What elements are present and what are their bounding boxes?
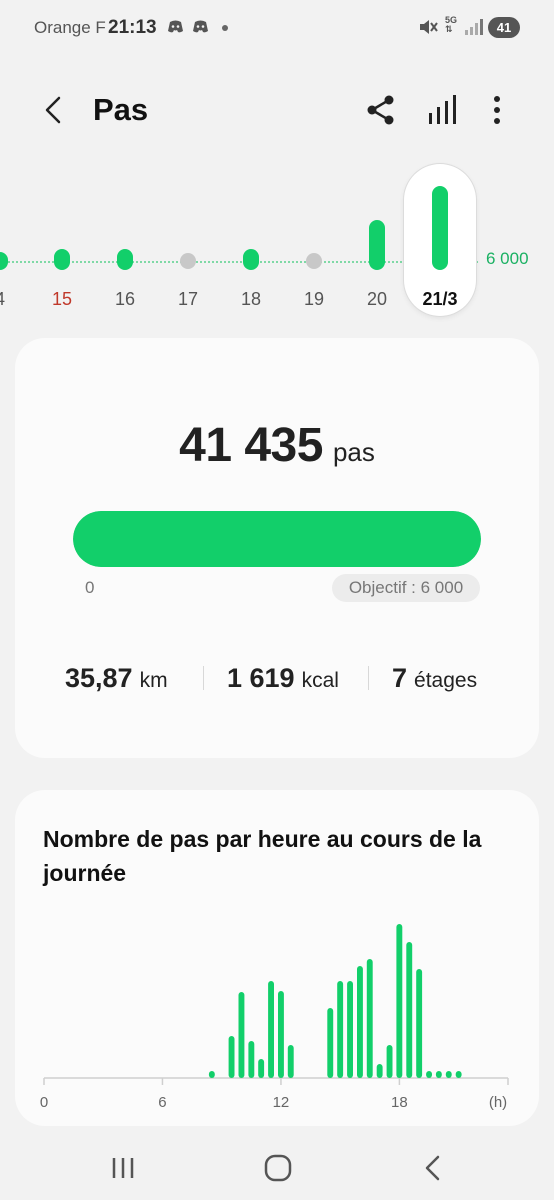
steps-progress-fill	[73, 511, 481, 567]
day-item[interactable]: 18	[223, 160, 279, 320]
hourly-bar	[347, 981, 353, 1078]
hourly-bar	[327, 1008, 334, 1078]
stat-divider	[203, 666, 204, 690]
home-icon[interactable]	[258, 1148, 298, 1188]
distance-value: 35,87	[65, 663, 133, 693]
steps-total: 41 435 pas	[15, 418, 539, 473]
steps-summary-card: 41 435 pas 0 Objectif : 6 000 35,87 km 1 6…	[15, 338, 539, 758]
network-type: 5G ⇅	[445, 15, 458, 34]
day-item[interactable]: 21/3	[404, 160, 476, 320]
calories-unit: kcal	[301, 669, 339, 692]
signal-icon	[465, 19, 483, 35]
calories-value: 1 619	[227, 663, 295, 693]
share-icon[interactable]	[363, 92, 399, 128]
steps-count: 41 435	[179, 419, 323, 472]
day-label: 16	[114, 289, 136, 309]
x-tick-label: 6	[158, 1094, 166, 1111]
hourly-bar	[208, 1071, 215, 1078]
hourly-bar	[445, 1071, 452, 1078]
distance-unit: km	[139, 669, 168, 692]
hourly-steps-chart[interactable]: 0 6 12 18 (h)	[15, 910, 539, 1126]
day-label: 21/3	[422, 289, 458, 309]
day-item[interactable]: 17	[160, 160, 216, 320]
more-options-icon[interactable]	[482, 92, 512, 128]
hourly-bar	[287, 1045, 294, 1078]
bar-chart-icon[interactable]	[424, 92, 462, 128]
hourly-bar	[228, 1036, 235, 1078]
daily-steps-strip[interactable]: 6 000 4 15 16 17 18 19 20 21/3	[0, 160, 554, 330]
nav-back-icon[interactable]	[413, 1148, 453, 1188]
day-steps-bar	[117, 249, 133, 270]
system-navigation-bar	[0, 1140, 554, 1200]
x-tick-label: 12	[273, 1094, 290, 1111]
discord-notification-icon-2	[193, 20, 208, 33]
hourly-bar	[435, 1071, 442, 1078]
hourly-bar	[248, 1041, 255, 1078]
activity-stats: 35,87 km 1 619 kcal 7 étages	[15, 658, 539, 698]
x-tick-label: 18	[391, 1094, 408, 1111]
hourly-bar	[386, 1045, 393, 1078]
day-label: 17	[177, 289, 199, 309]
day-item[interactable]: 16	[97, 160, 153, 320]
day-steps-bar	[0, 252, 8, 270]
floors-unit: étages	[414, 669, 478, 692]
day-label: 18	[240, 289, 262, 309]
steps-unit: pas	[332, 437, 375, 467]
hourly-bar	[238, 992, 245, 1078]
more-notifications-dot-icon	[222, 25, 228, 31]
battery-level: 41	[488, 17, 520, 38]
hourly-bar	[357, 966, 363, 1078]
hourly-bar	[426, 1071, 432, 1078]
discord-notification-icon	[168, 20, 183, 33]
app-header: Pas	[0, 70, 554, 150]
goal-badge: Objectif : 6 000	[332, 574, 480, 602]
distance-stat: 35,87 km	[65, 658, 168, 698]
steps-progress-bar	[73, 511, 481, 567]
day-label: 4	[0, 289, 28, 310]
day-steps-bar	[54, 249, 70, 270]
hourly-bar	[278, 991, 284, 1078]
clock: 21:13	[108, 17, 157, 38]
day-steps-bar	[180, 253, 196, 269]
day-item[interactable]: 15	[34, 160, 90, 320]
progress-min-label: 0	[85, 578, 95, 597]
hourly-bar	[416, 969, 423, 1078]
hourly-bar	[268, 981, 274, 1078]
hourly-bar	[337, 981, 344, 1078]
status-bar: Orange F 21:13 5G ⇅ 41	[0, 0, 554, 56]
hourly-bar	[376, 1064, 383, 1078]
hourly-steps-card: Nombre de pas par heure au cours de la j…	[15, 790, 539, 1126]
hourly-bar	[406, 942, 413, 1078]
back-icon[interactable]	[34, 90, 74, 130]
hourly-bar	[455, 1071, 462, 1078]
stat-divider	[368, 666, 369, 690]
day-label: 20	[366, 289, 388, 309]
floors-stat: 7 étages	[392, 658, 477, 698]
day-steps-bar	[306, 253, 322, 269]
day-steps-bar	[432, 186, 448, 270]
page-title: Pas	[93, 92, 149, 127]
hourly-bar	[258, 1059, 265, 1078]
x-tick-label: 0	[40, 1094, 48, 1111]
day-steps-bar	[243, 249, 259, 270]
day-item[interactable]: 20	[349, 160, 405, 320]
calories-stat: 1 619 kcal	[227, 658, 339, 698]
day-item[interactable]: 4	[0, 160, 28, 320]
goal-line-label: 6 000	[486, 249, 529, 268]
carrier-name: Orange F	[34, 18, 106, 37]
recent-apps-icon[interactable]	[103, 1148, 143, 1188]
floors-value: 7	[392, 663, 408, 693]
day-steps-bar	[369, 219, 385, 270]
mute-icon	[420, 20, 438, 34]
hourly-chart-title: Nombre de pas par heure au cours de la j…	[43, 826, 482, 886]
day-item[interactable]: 19	[286, 160, 342, 320]
hourly-bar	[396, 924, 403, 1078]
x-axis-unit-label: (h)	[489, 1094, 507, 1111]
day-label: 19	[303, 289, 325, 309]
day-label: 15	[51, 289, 73, 309]
hourly-bar	[366, 959, 373, 1078]
